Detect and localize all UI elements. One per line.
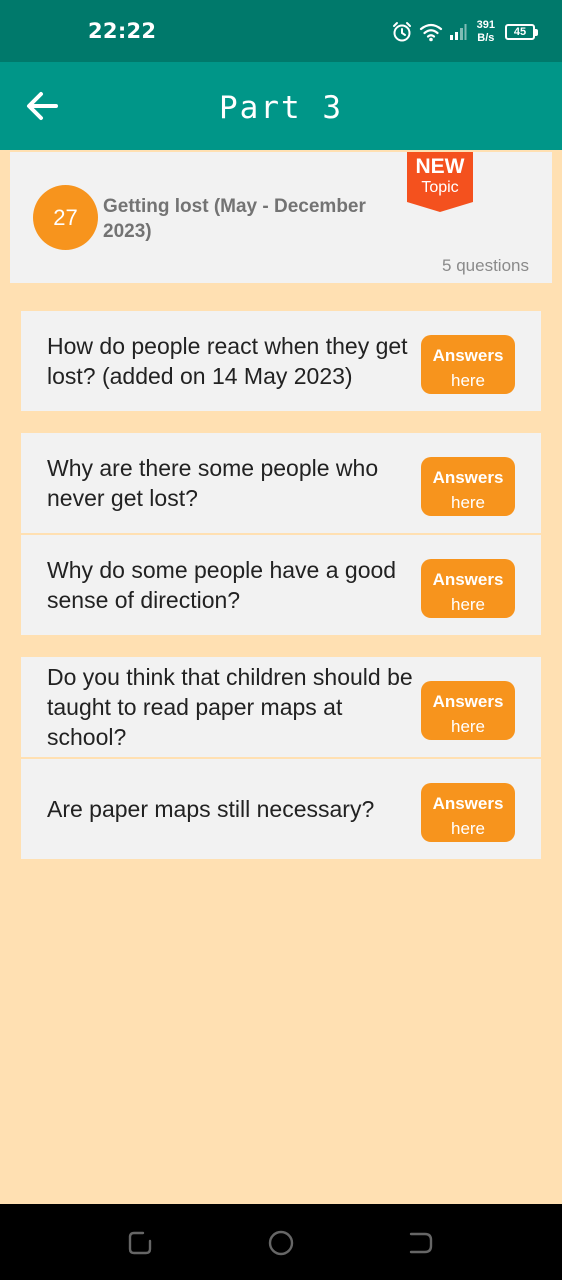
answers-button-sublabel: here xyxy=(450,493,486,512)
topic-card: 27 Getting lost (May - December 2023) 5 … xyxy=(10,152,552,283)
answers-button-label: Answers xyxy=(432,692,504,711)
answers-button-label: Answers xyxy=(432,570,504,589)
question-card[interactable]: Why do some people have a good sense of … xyxy=(21,535,541,635)
net-speed-value: 391 xyxy=(476,19,495,31)
signal-icon xyxy=(449,23,467,41)
question-card[interactable]: Do you think that children should be tau… xyxy=(21,657,541,757)
answers-button[interactable]: Answers here xyxy=(421,681,515,740)
question-text: Do you think that children should be tau… xyxy=(47,664,413,750)
status-icons: 391 B/s 45 xyxy=(391,14,538,50)
answers-button[interactable]: Answers here xyxy=(421,457,515,516)
status-bar: 22:22 391 B/s 45 xyxy=(0,0,562,62)
question-card[interactable]: How do people react when they get lost? … xyxy=(21,311,541,411)
wifi-icon xyxy=(419,22,443,42)
question-text: Why do some people have a good sense of … xyxy=(47,557,397,613)
new-topic-badge: NEW Topic xyxy=(407,152,473,212)
badge-topic-label: Topic xyxy=(421,179,459,196)
battery-icon: 45 xyxy=(505,24,538,40)
topic-number-badge: 27 xyxy=(33,185,98,250)
answers-button-label: Answers xyxy=(432,468,504,487)
question-text: Are paper maps still necessary? xyxy=(47,796,375,822)
question-count: 5 questions xyxy=(442,256,529,275)
question-text: How do people react when they get lost? … xyxy=(47,333,408,389)
home-icon[interactable] xyxy=(267,1229,295,1257)
answers-button-sublabel: here xyxy=(450,371,486,390)
answers-button-sublabel: here xyxy=(450,595,486,614)
alarm-icon xyxy=(391,21,413,43)
question-text: Why are there some people who never get … xyxy=(47,455,379,511)
question-card[interactable]: Why are there some people who never get … xyxy=(21,433,541,533)
back-nav-icon[interactable] xyxy=(407,1229,435,1257)
recents-icon[interactable] xyxy=(126,1229,154,1257)
system-nav-bar xyxy=(0,1204,562,1280)
badge-new-label: NEW xyxy=(415,155,465,178)
answers-button-sublabel: here xyxy=(450,819,486,838)
app-bar: Part 3 xyxy=(0,62,562,150)
page-title: Part 3 xyxy=(219,90,343,126)
answers-button[interactable]: Answers here xyxy=(421,783,515,842)
answers-button-sublabel: here xyxy=(450,717,486,736)
battery-level: 45 xyxy=(505,24,535,40)
topic-title: Getting lost (May - December 2023) xyxy=(103,196,366,242)
answers-button[interactable]: Answers here xyxy=(421,559,515,618)
net-speed: 391 B/s xyxy=(477,19,495,45)
answers-button[interactable]: Answers here xyxy=(421,335,515,394)
status-time: 22:22 xyxy=(88,19,157,43)
answers-button-label: Answers xyxy=(432,794,504,813)
answers-button-label: Answers xyxy=(432,346,504,365)
question-card[interactable]: Are paper maps still necessary? Answers … xyxy=(21,759,541,859)
net-speed-unit: B/s xyxy=(477,32,495,44)
